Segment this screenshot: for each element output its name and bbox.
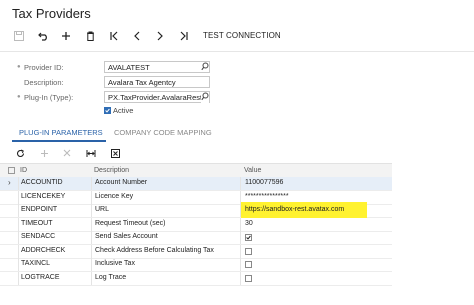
- export-excel-icon[interactable]: [109, 146, 121, 160]
- cell-value[interactable]: 1100077596: [245, 179, 283, 186]
- cell-description[interactable]: Check Address Before Calculating Tax: [95, 247, 214, 254]
- cell-id[interactable]: SENDACC: [21, 233, 55, 240]
- first-record-icon[interactable]: [107, 28, 121, 44]
- provider-id-value: AVALATEST: [108, 63, 150, 72]
- test-connection-button[interactable]: TEST CONNECTION: [203, 31, 281, 40]
- table-row[interactable]: TAXINCL Inclusive Tax: [0, 258, 392, 272]
- last-record-icon[interactable]: [177, 28, 191, 44]
- column-divider: [18, 271, 19, 285]
- table-row[interactable]: › ACCOUNTID Account Number 1100077596: [0, 177, 392, 191]
- description-field[interactable]: Avalara Tax Agentcy: [104, 76, 210, 88]
- column-divider: [18, 231, 19, 244]
- cell-description[interactable]: Inclusive Tax: [95, 260, 135, 267]
- provider-id-field[interactable]: AVALATEST: [104, 61, 210, 73]
- previous-record-icon[interactable]: [130, 28, 144, 44]
- column-divider: [18, 177, 19, 190]
- active-label: Active: [113, 106, 134, 115]
- cell-value-checkbox[interactable]: [245, 261, 252, 268]
- column-divider: [240, 231, 241, 244]
- add-icon[interactable]: [59, 28, 73, 44]
- cell-value[interactable]: 30: [245, 220, 253, 227]
- search-icon[interactable]: [201, 92, 209, 103]
- active-tab-indicator: [12, 140, 106, 142]
- column-divider: [18, 217, 19, 231]
- next-record-icon[interactable]: [153, 28, 167, 44]
- cell-id[interactable]: TAXINCL: [21, 260, 50, 267]
- tab-plugin-parameters[interactable]: PLUG-IN PARAMETERS: [19, 128, 103, 137]
- grid-header: ID Description Value: [0, 163, 392, 178]
- page-title: Tax Providers: [12, 6, 91, 21]
- delete-row-icon[interactable]: [61, 146, 73, 160]
- column-divider: [91, 271, 92, 285]
- cell-description[interactable]: Licence Key: [95, 193, 133, 200]
- refresh-icon[interactable]: [14, 146, 26, 160]
- cell-id[interactable]: ACCOUNTID: [21, 179, 63, 186]
- description-label: Description:: [24, 78, 64, 87]
- required-marker-icon: ●: [17, 64, 21, 70]
- column-divider: [18, 258, 19, 271]
- save-icon[interactable]: [12, 28, 26, 44]
- column-divider: [91, 244, 92, 258]
- cell-value[interactable]: https://sandbox-rest.avatax.com: [245, 206, 344, 213]
- fit-columns-icon[interactable]: [85, 146, 97, 160]
- add-row-icon[interactable]: [38, 146, 50, 160]
- description-value: Avalara Tax Agentcy: [108, 78, 176, 87]
- column-divider: [240, 177, 241, 190]
- cell-description[interactable]: Log Trace: [95, 274, 126, 281]
- column-divider: [91, 190, 92, 204]
- table-row[interactable]: SENDACC Send Sales Account: [0, 231, 392, 245]
- cell-id[interactable]: LOGTRACE: [21, 274, 60, 281]
- table-row[interactable]: ADDRCHECK Check Address Before Calculatin…: [0, 244, 392, 259]
- active-checkbox[interactable]: [104, 107, 111, 114]
- cell-id[interactable]: ENDPOINT: [21, 206, 57, 213]
- cell-description[interactable]: URL: [95, 206, 109, 213]
- toolbar-divider: [0, 51, 474, 52]
- plugin-type-value: PX.TaxProvider.AvalaraRest.A: [108, 93, 210, 102]
- table-row[interactable]: LOGTRACE Log Trace: [0, 271, 392, 286]
- column-header-id[interactable]: ID: [20, 167, 27, 174]
- column-divider: [240, 258, 241, 271]
- cell-value-checkbox[interactable]: [245, 274, 252, 282]
- provider-id-label: Provider ID:: [24, 63, 64, 72]
- column-divider: [240, 271, 241, 285]
- column-divider: [91, 231, 92, 244]
- table-row[interactable]: TIMEOUT Request Timeout (sec) 30: [0, 217, 392, 232]
- cell-value[interactable]: ****************: [245, 193, 289, 200]
- delete-icon[interactable]: [83, 28, 97, 44]
- required-marker-icon: ●: [17, 94, 21, 100]
- column-divider: [91, 217, 92, 231]
- column-divider: [91, 204, 92, 217]
- cell-id[interactable]: TIMEOUT: [21, 220, 53, 227]
- cell-description[interactable]: Request Timeout (sec): [95, 220, 165, 227]
- table-row[interactable]: ENDPOINT URL https://sandbox-rest.avatax.c…: [0, 202, 392, 218]
- column-divider: [18, 244, 19, 258]
- cell-id[interactable]: ADDRCHECK: [21, 247, 65, 254]
- plugin-type-label: Plug-In (Type):: [24, 93, 74, 102]
- cell-description[interactable]: Account Number: [95, 179, 147, 186]
- column-divider: [240, 217, 241, 231]
- row-selector-icon: [8, 167, 15, 176]
- tab-company-code-mapping[interactable]: COMPANY CODE MAPPING: [114, 128, 212, 137]
- column-divider: [240, 244, 241, 258]
- column-divider: [18, 190, 19, 204]
- cell-description[interactable]: Send Sales Account: [95, 233, 158, 240]
- column-header-description[interactable]: Description: [94, 167, 129, 174]
- undo-icon[interactable]: [36, 28, 50, 44]
- column-divider: [18, 204, 19, 217]
- column-divider: [91, 258, 92, 271]
- column-divider: [91, 177, 92, 190]
- cell-id[interactable]: LICENCEKEY: [21, 193, 65, 200]
- current-row-arrow-icon: ›: [8, 178, 11, 187]
- search-icon[interactable]: [201, 62, 209, 73]
- plugin-type-field[interactable]: PX.TaxProvider.AvalaraRest.A: [104, 91, 210, 103]
- cell-value-checkbox[interactable]: [245, 234, 252, 241]
- cell-value-checkbox[interactable]: [245, 247, 252, 255]
- column-header-value[interactable]: Value: [244, 167, 261, 174]
